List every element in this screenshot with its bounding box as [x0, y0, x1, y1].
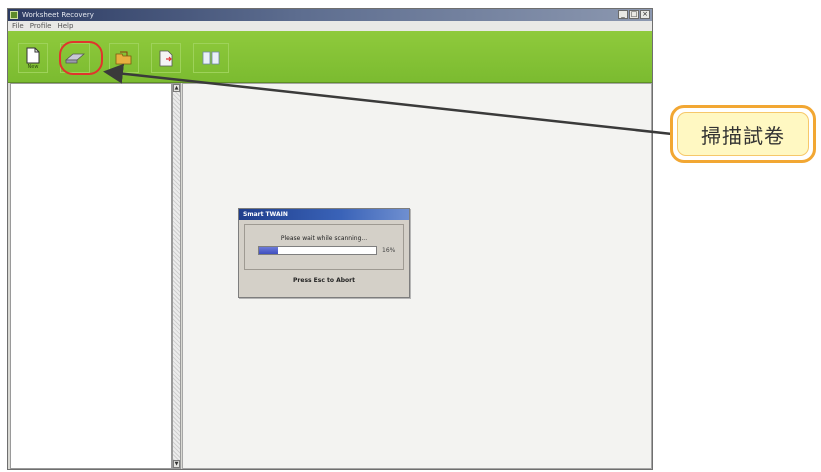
callout-label: 掃描試卷 [677, 112, 809, 156]
callout-arrow [103, 63, 673, 136]
scan-exam-callout: 掃描試卷 [670, 105, 816, 163]
